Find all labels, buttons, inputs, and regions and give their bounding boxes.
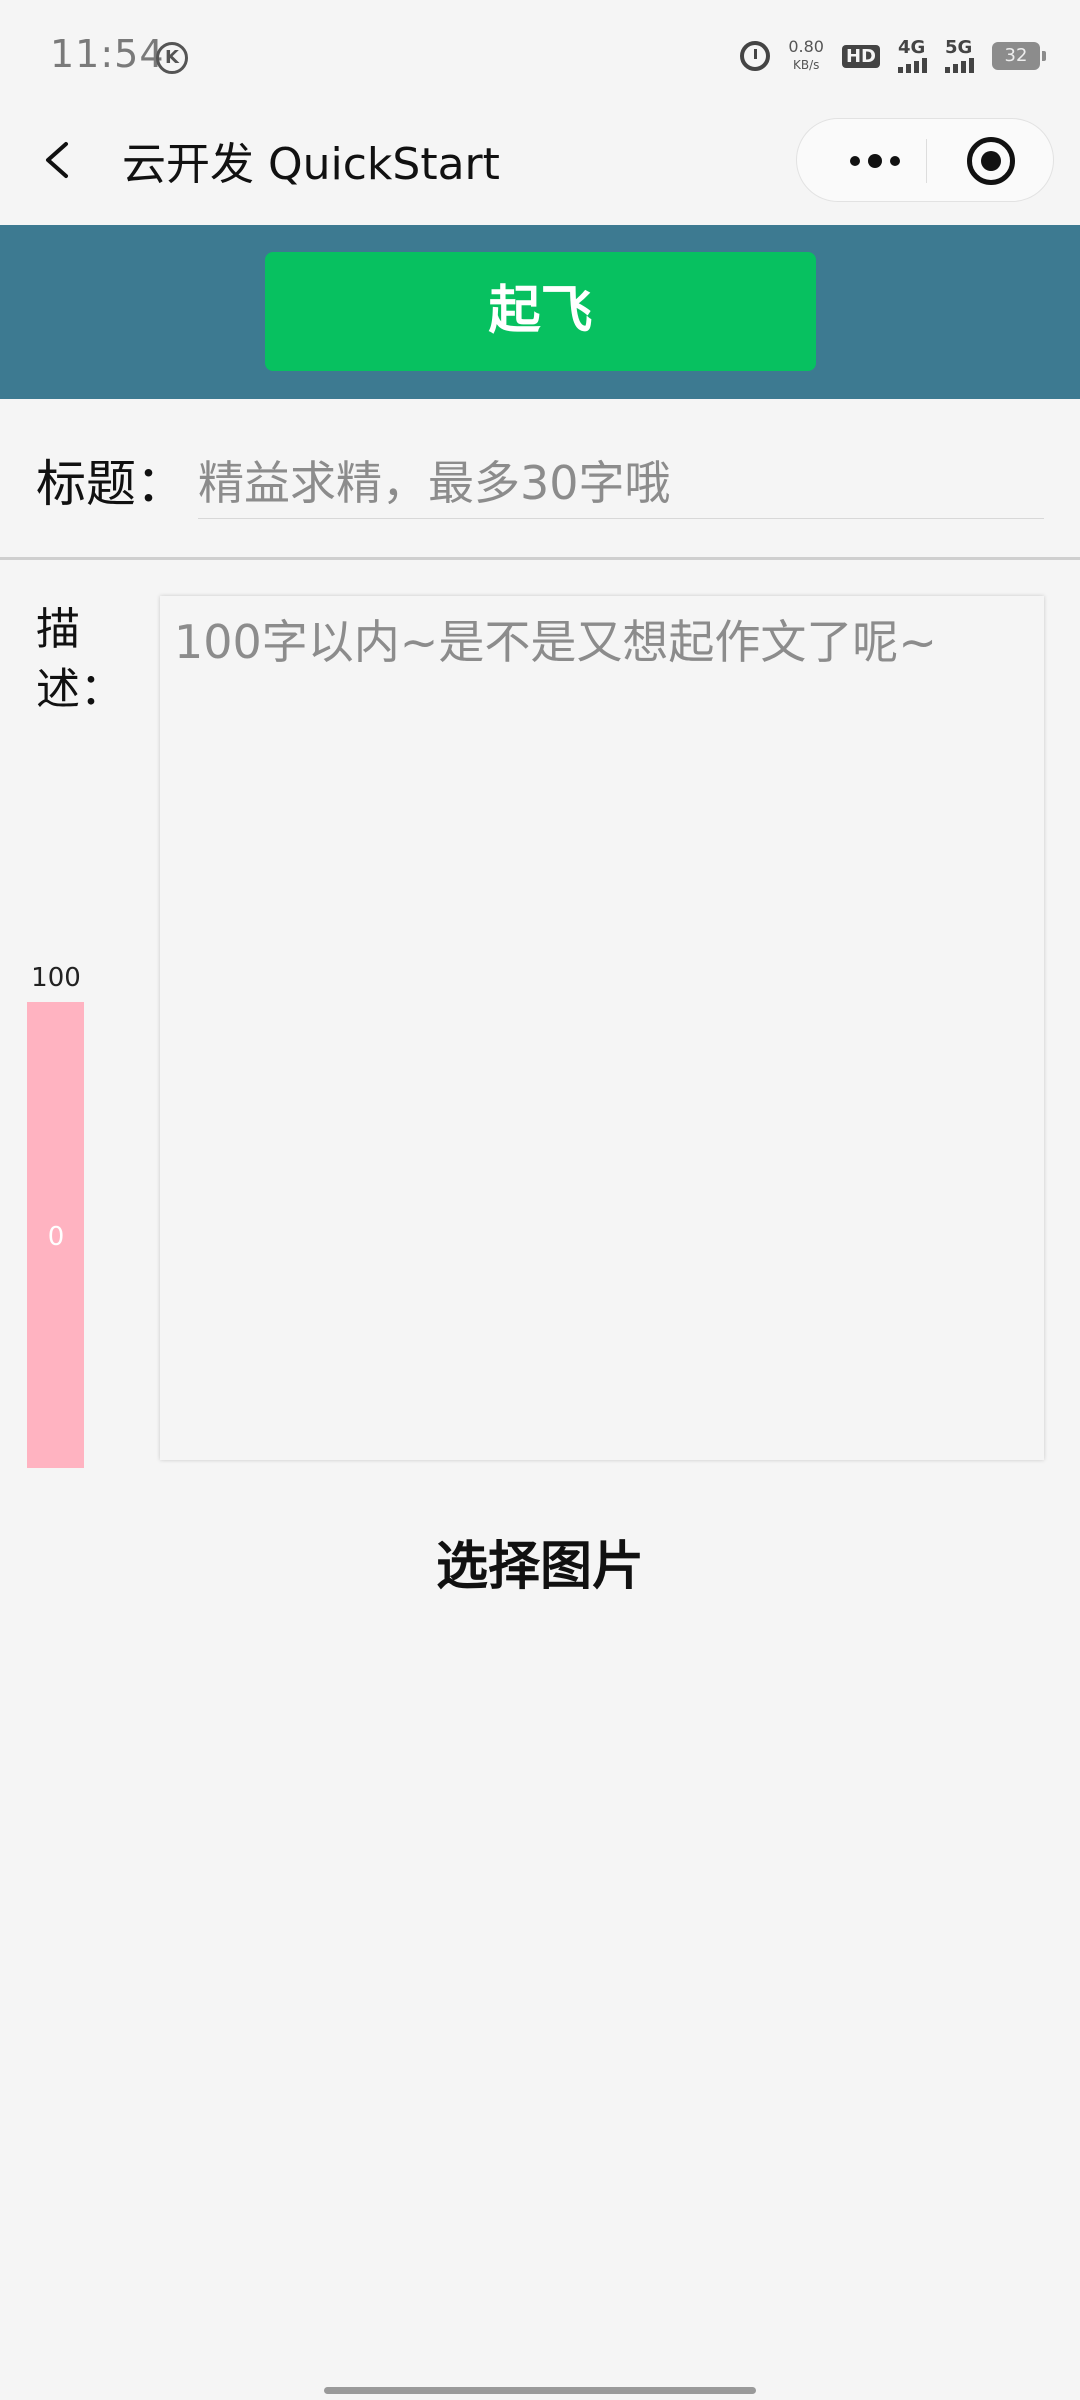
title-label: 标题： [36,455,186,513]
choose-image-button[interactable]: 选择图片 [340,1524,740,1599]
description-textarea[interactable] [160,596,1044,1460]
status-icons: 0.80 KB/s HD 4G 5G 32 [740,34,1046,78]
description-label: 描述： [36,604,124,715]
section-divider [0,557,1080,560]
hd-icon: HD [841,44,880,68]
takeoff-button[interactable]: 起飞 [265,252,816,371]
status-time: 11:54 [50,32,165,76]
net-speed-value: 0.80 [788,37,824,56]
alarm-icon [740,41,771,71]
signal-4g-label: 4G [898,37,926,58]
close-target-icon[interactable] [967,137,1015,185]
signal-4g-icon: 4G [898,39,927,73]
net-speed-unit: KB/s [792,58,820,72]
k-badge-icon: K [156,42,188,74]
net-speed: 0.80 KB/s [788,38,824,74]
capsule-divider [926,139,927,183]
mini-program-capsule [796,118,1054,202]
counter-current-label: 0 [47,1222,65,1252]
more-icon[interactable] [827,119,923,203]
home-indicator[interactable] [324,2387,756,2394]
signal-5g-label: 5G [945,37,973,58]
title-input[interactable] [198,448,1044,519]
page-title: 云开发 QuickStart [122,139,500,190]
counter-max-label: 100 [31,963,81,993]
signal-5g-icon: 5G [945,39,974,73]
battery-icon: 32 [992,42,1046,70]
back-arrow-icon[interactable] [38,140,78,180]
